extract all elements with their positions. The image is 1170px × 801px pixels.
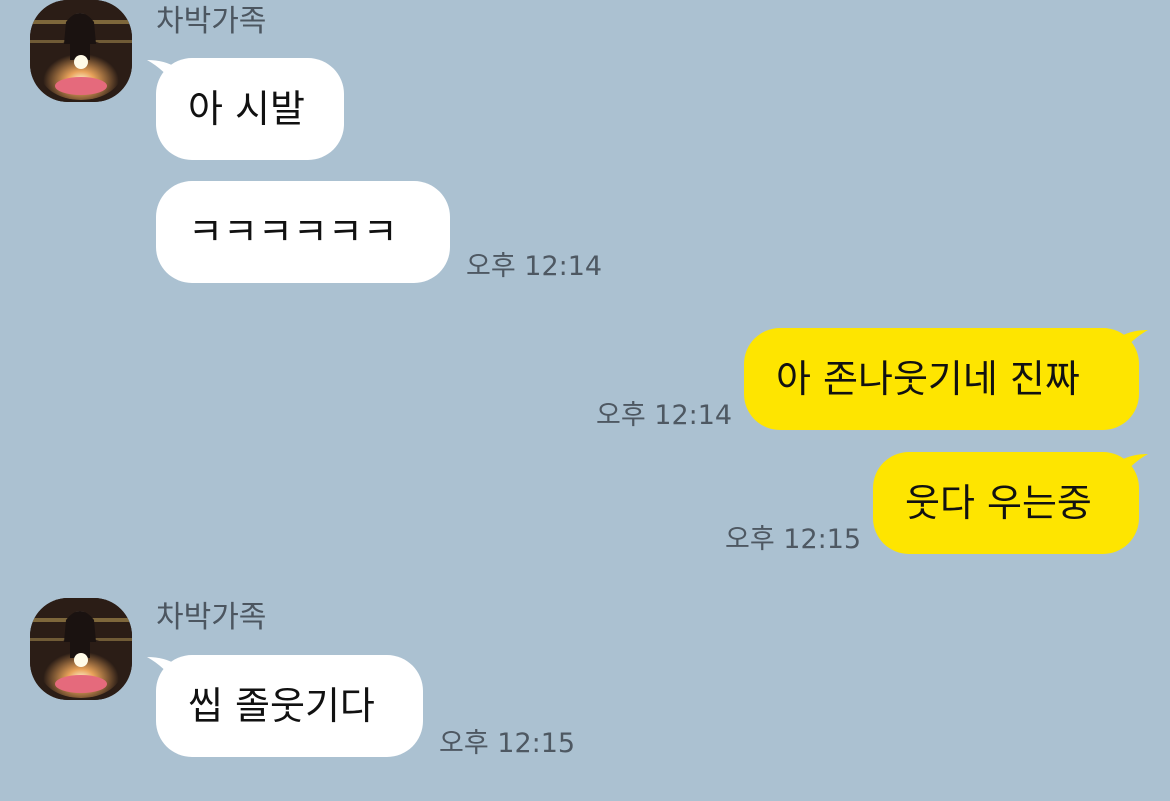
message-timestamp: 오후 12:14 bbox=[596, 400, 733, 431]
chat-message-list[interactable]: 차박가족 아 시발 ㅋㅋㅋㅋㅋㅋ 오후 12:14 아 존나웃기네 진짜 오후 … bbox=[0, 0, 1170, 801]
sender-name: 차박가족 bbox=[156, 600, 267, 635]
message-bubble-incoming[interactable]: 씹 졸웃기다 bbox=[156, 655, 423, 757]
sender-avatar[interactable] bbox=[30, 598, 132, 700]
sender-avatar[interactable] bbox=[30, 0, 132, 102]
message-timestamp: 오후 12:15 bbox=[439, 728, 576, 759]
avatar-photo-icon bbox=[30, 0, 132, 102]
message-timestamp: 오후 12:14 bbox=[466, 251, 603, 282]
message-bubble-outgoing[interactable]: 웃다 우는중 bbox=[873, 452, 1139, 554]
message-bubble-outgoing[interactable]: 아 존나웃기네 진짜 bbox=[744, 328, 1139, 430]
sender-name: 차박가족 bbox=[156, 4, 267, 39]
avatar-photo-icon bbox=[30, 598, 132, 700]
message-bubble-incoming[interactable]: 아 시발 bbox=[156, 58, 344, 160]
message-bubble-incoming[interactable]: ㅋㅋㅋㅋㅋㅋ bbox=[156, 181, 450, 283]
message-timestamp: 오후 12:15 bbox=[725, 524, 862, 555]
